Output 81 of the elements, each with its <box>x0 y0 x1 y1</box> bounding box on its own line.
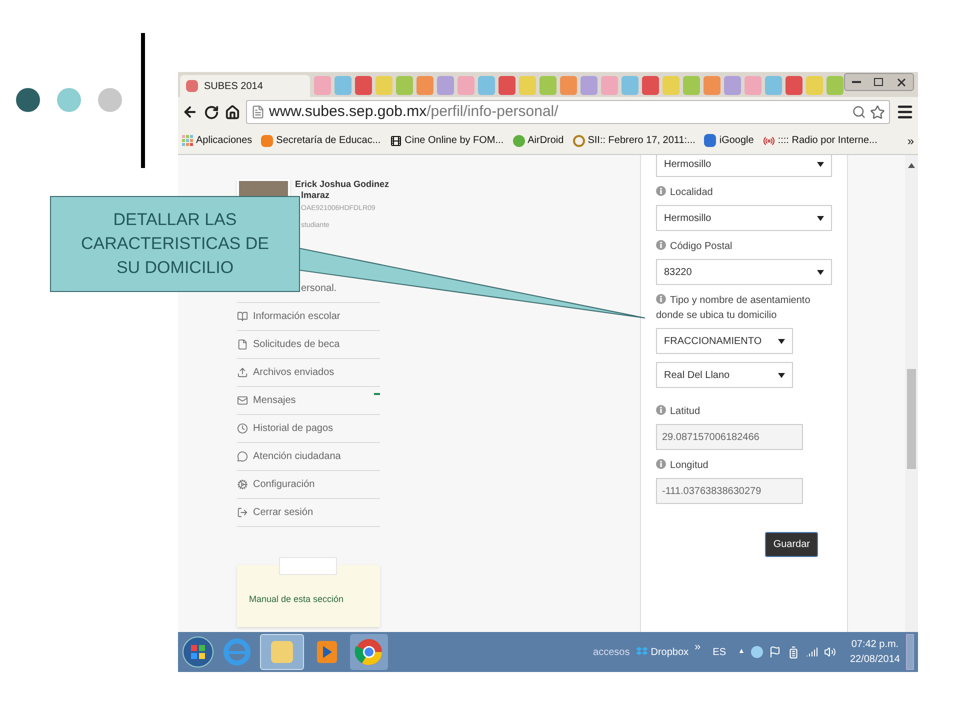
caret-icon <box>817 160 824 168</box>
battery-icon[interactable] <box>786 646 800 658</box>
sidebar-item[interactable]: Atención ciudadana <box>237 443 380 471</box>
sidebar-item[interactable]: Mensajes <box>237 387 380 415</box>
info-icon <box>656 405 666 415</box>
dropbox-icon <box>636 646 648 658</box>
menu-item-icon <box>237 423 248 434</box>
bookmark-item[interactable]: :::: Radio por Interne... <box>762 133 878 148</box>
bookmark-item[interactable]: Secretaría de Educac... <box>261 133 381 148</box>
site-logo-icon <box>261 134 274 146</box>
manual-link[interactable]: Manual de esta sección <box>249 593 344 607</box>
tape-strip <box>279 557 337 575</box>
info-icon <box>656 294 666 304</box>
callout-box: DETALLAR LAS CARACTERISTICAS DE SU DOMICILIO <box>50 196 300 292</box>
field-label: Tipo y nombre de asentamiento donde se ubica tu domicilio <box>656 293 812 323</box>
menu-item-icon <box>237 479 248 490</box>
toolbar-overflow[interactable]: » <box>694 638 701 656</box>
caret-icon <box>817 214 824 222</box>
info-icon <box>656 459 666 469</box>
bookmark-item[interactable]: Aplicaciones <box>182 133 252 148</box>
round-browser-icon[interactable] <box>350 634 388 670</box>
caret-icon <box>778 372 785 378</box>
bookmark-item[interactable]: Cine Online by FOM... <box>390 133 504 148</box>
input-field[interactable]: -111.03763838630279 <box>656 478 803 504</box>
menu-icon[interactable] <box>896 103 914 121</box>
info-icon <box>656 240 666 250</box>
select-field[interactable]: FRACCIONAMIENTO <box>656 328 793 354</box>
info-icon <box>656 186 666 196</box>
reload-icon[interactable] <box>204 104 219 120</box>
menu-item-icon <box>237 451 248 462</box>
caret-icon <box>778 338 785 344</box>
scroll-up-icon[interactable] <box>908 163 915 169</box>
back-icon[interactable] <box>182 104 198 120</box>
toolbar-label: accesos <box>593 646 630 660</box>
input-field[interactable]: 29.087157006182466 <box>656 424 803 450</box>
sidebar-item[interactable]: Cerrar sesión <box>237 499 380 527</box>
radio-icon <box>762 134 775 146</box>
bookmarks-overflow[interactable]: » <box>907 132 914 150</box>
bookmark-item[interactable]: iGoogle <box>704 133 754 148</box>
page-icon <box>251 105 265 119</box>
bookmark-item[interactable]: AirDroid <box>512 133 564 148</box>
menu-item-icon <box>237 507 248 518</box>
dropbox-item[interactable]: Dropbox <box>636 644 689 660</box>
bookmark-star-icon[interactable] <box>870 104 885 120</box>
sidebar-item[interactable]: Archivos enviados <box>237 359 380 387</box>
menu-item-icon <box>237 311 248 322</box>
field-label: Código Postal <box>656 239 831 254</box>
language-indicator[interactable]: ES <box>712 644 726 660</box>
start-orb-icon[interactable] <box>182 636 214 668</box>
sidebar-item[interactable]: Información escolar <box>237 303 380 331</box>
apps-grid-icon <box>182 135 193 146</box>
menu-item-icon <box>237 339 248 350</box>
address-field[interactable]: www.subes.sep.gob.mx/perfil/info-personal/ <box>246 100 890 124</box>
favicon-icon <box>186 80 198 92</box>
sidebar-item[interactable]: Configuración <box>237 471 380 499</box>
scrollbar-thumb[interactable] <box>907 369 916 469</box>
zoom-icon[interactable] <box>852 105 866 119</box>
site-logo-icon <box>704 134 716 147</box>
select-field[interactable]: Hermosillo <box>656 205 832 231</box>
flag-icon[interactable] <box>768 646 781 658</box>
browser-tab[interactable]: SUBES 2014 <box>180 75 310 97</box>
field-label: Longitud <box>656 458 831 473</box>
home-icon[interactable] <box>225 104 240 120</box>
film-camera-icon <box>390 134 402 146</box>
profile-name: Erick Joshua Godinez <box>295 179 390 190</box>
select-field[interactable]: Real Del Llano <box>656 362 793 388</box>
profile-name: lmaraz <box>301 190 331 201</box>
field-label: Localidad <box>656 185 831 200</box>
save-button[interactable]: Guardar <box>765 532 818 557</box>
volume-icon[interactable] <box>824 646 836 658</box>
sidebar-item[interactable]: Historial de pagos <box>237 415 380 443</box>
select-field[interactable]: 83220 <box>656 259 832 285</box>
site-logo-icon <box>512 134 525 146</box>
clock[interactable]: 07:42 p.m. 22/08/2014 <box>850 637 900 667</box>
bookmark-item[interactable]: SII:: Febrero 17, 2011:... <box>572 133 696 148</box>
caret-icon <box>817 268 824 276</box>
field-label: Latitud <box>656 404 831 419</box>
menu-item-icon <box>237 367 248 378</box>
sidebar-item[interactable]: Solicitudes de beca <box>237 331 380 359</box>
select-field[interactable]: Hermosillo <box>656 155 832 177</box>
menu-item-icon <box>237 395 248 406</box>
